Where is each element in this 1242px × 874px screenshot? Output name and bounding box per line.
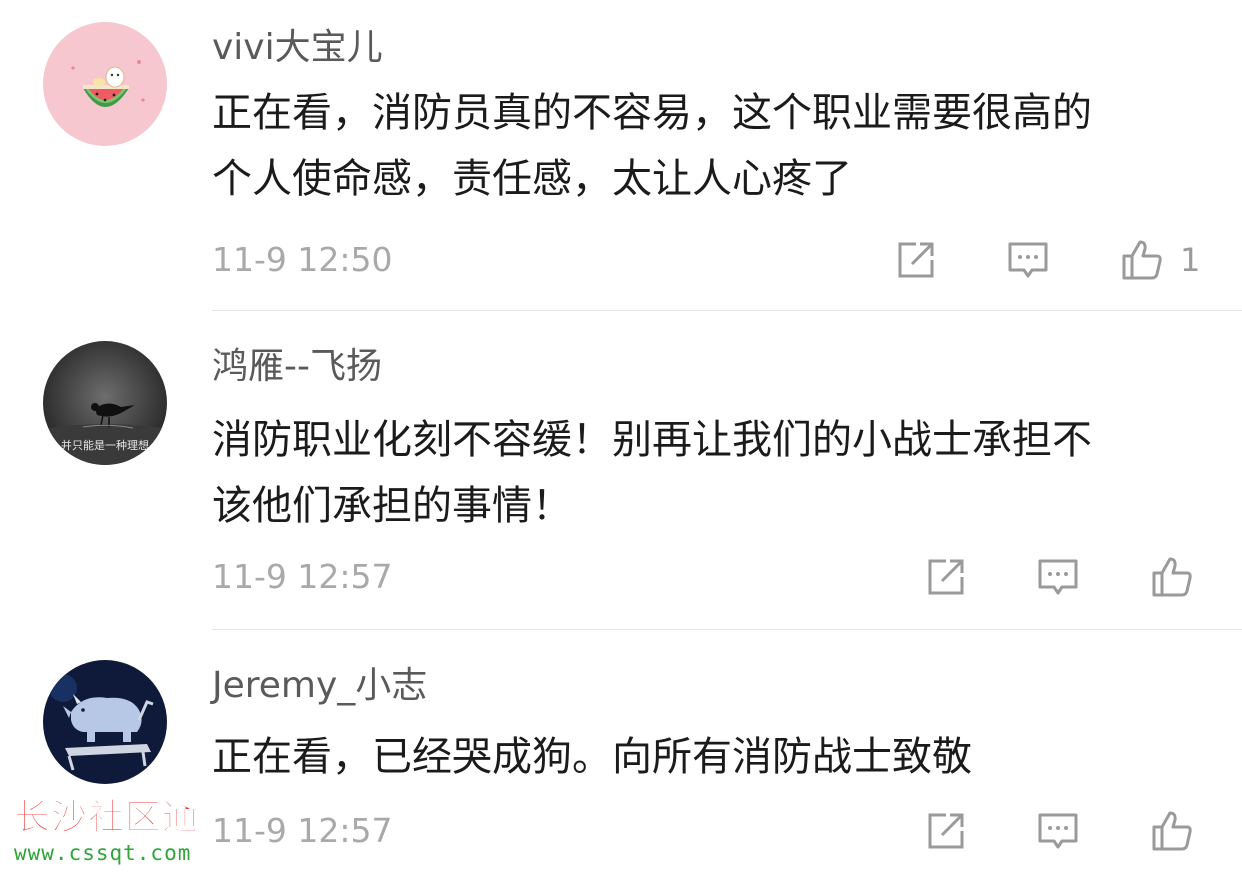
comment-text-line: 该他们承担的事情！ [212, 483, 572, 529]
share-forward-icon [928, 559, 964, 595]
avatar[interactable] [43, 660, 167, 784]
username[interactable]: Jeremy_小志 [212, 660, 427, 712]
comment-footer: 11-9 12:57 [212, 549, 1202, 605]
like-count: 1 [1180, 241, 1201, 279]
comment-feed: vivi大宝儿 正在看，消防员真的不容易，这个职业需要很高的 个人使命感，责任感… [0, 0, 1242, 874]
timestamp: 11-9 12:50 [212, 240, 393, 279]
avatar[interactable] [43, 22, 167, 146]
comment-icon [1008, 242, 1048, 278]
watermelon-bowl-icon [43, 22, 167, 146]
avatar-caption: 并只能是一种理想 [61, 439, 149, 452]
watermark: 长沙社区通 www.cssqt.com [13, 796, 200, 866]
rhino-treadmill-icon [43, 660, 167, 784]
like-button[interactable] [1150, 809, 1194, 853]
comment-text: 消防职业化刻不容缓！别再让我们的小战士承担不 该他们承担的事情！ [212, 407, 1212, 539]
divider [212, 629, 1242, 630]
thumbs-up-icon [1152, 811, 1192, 851]
like-button[interactable] [1120, 238, 1164, 282]
thumbs-up-icon [1152, 557, 1192, 597]
thumbs-up-icon [1122, 240, 1162, 280]
comment-text-line: 消防职业化刻不容缓！别再让我们的小战士承担不 [212, 417, 1092, 463]
forward-button[interactable] [894, 238, 938, 282]
timestamp: 11-9 12:57 [212, 557, 393, 596]
watermark-url: www.cssqt.com [14, 841, 192, 865]
username[interactable]: vivi大宝儿 [212, 22, 383, 74]
watermark-title: 长沙社区通 [13, 797, 200, 839]
comment-icon [1038, 559, 1078, 595]
comment-footer: 11-9 12:50 1 [212, 232, 1202, 288]
forward-button[interactable] [924, 555, 968, 599]
forward-button[interactable] [924, 809, 968, 853]
username[interactable]: 鸿雁--飞扬 [212, 341, 382, 393]
comment-text: 正在看，已经哭成狗。向所有消防战士致敬 [212, 724, 1212, 790]
reply-button[interactable] [1006, 238, 1050, 282]
comment-footer: 11-9 12:57 [212, 803, 1202, 859]
timestamp: 11-9 12:57 [212, 811, 393, 850]
like-button[interactable] [1150, 555, 1194, 599]
reply-button[interactable] [1036, 555, 1080, 599]
reply-button[interactable] [1036, 809, 1080, 853]
comment-text-line: 个人使命感，责任感，太让人心疼了 [212, 156, 852, 202]
comment-text: 正在看，消防员真的不容易，这个职业需要很高的 个人使命感，责任感，太让人心疼了 [212, 80, 1212, 212]
comment-icon [1038, 813, 1078, 849]
comment-text-line: 正在看，已经哭成狗。向所有消防战士致敬 [212, 734, 972, 780]
comment-text-line: 正在看，消防员真的不容易，这个职业需要很高的 [212, 90, 1092, 136]
divider [212, 310, 1242, 311]
avatar[interactable]: 并只能是一种理想 [43, 341, 167, 465]
share-forward-icon [928, 813, 964, 849]
share-forward-icon [898, 242, 934, 278]
